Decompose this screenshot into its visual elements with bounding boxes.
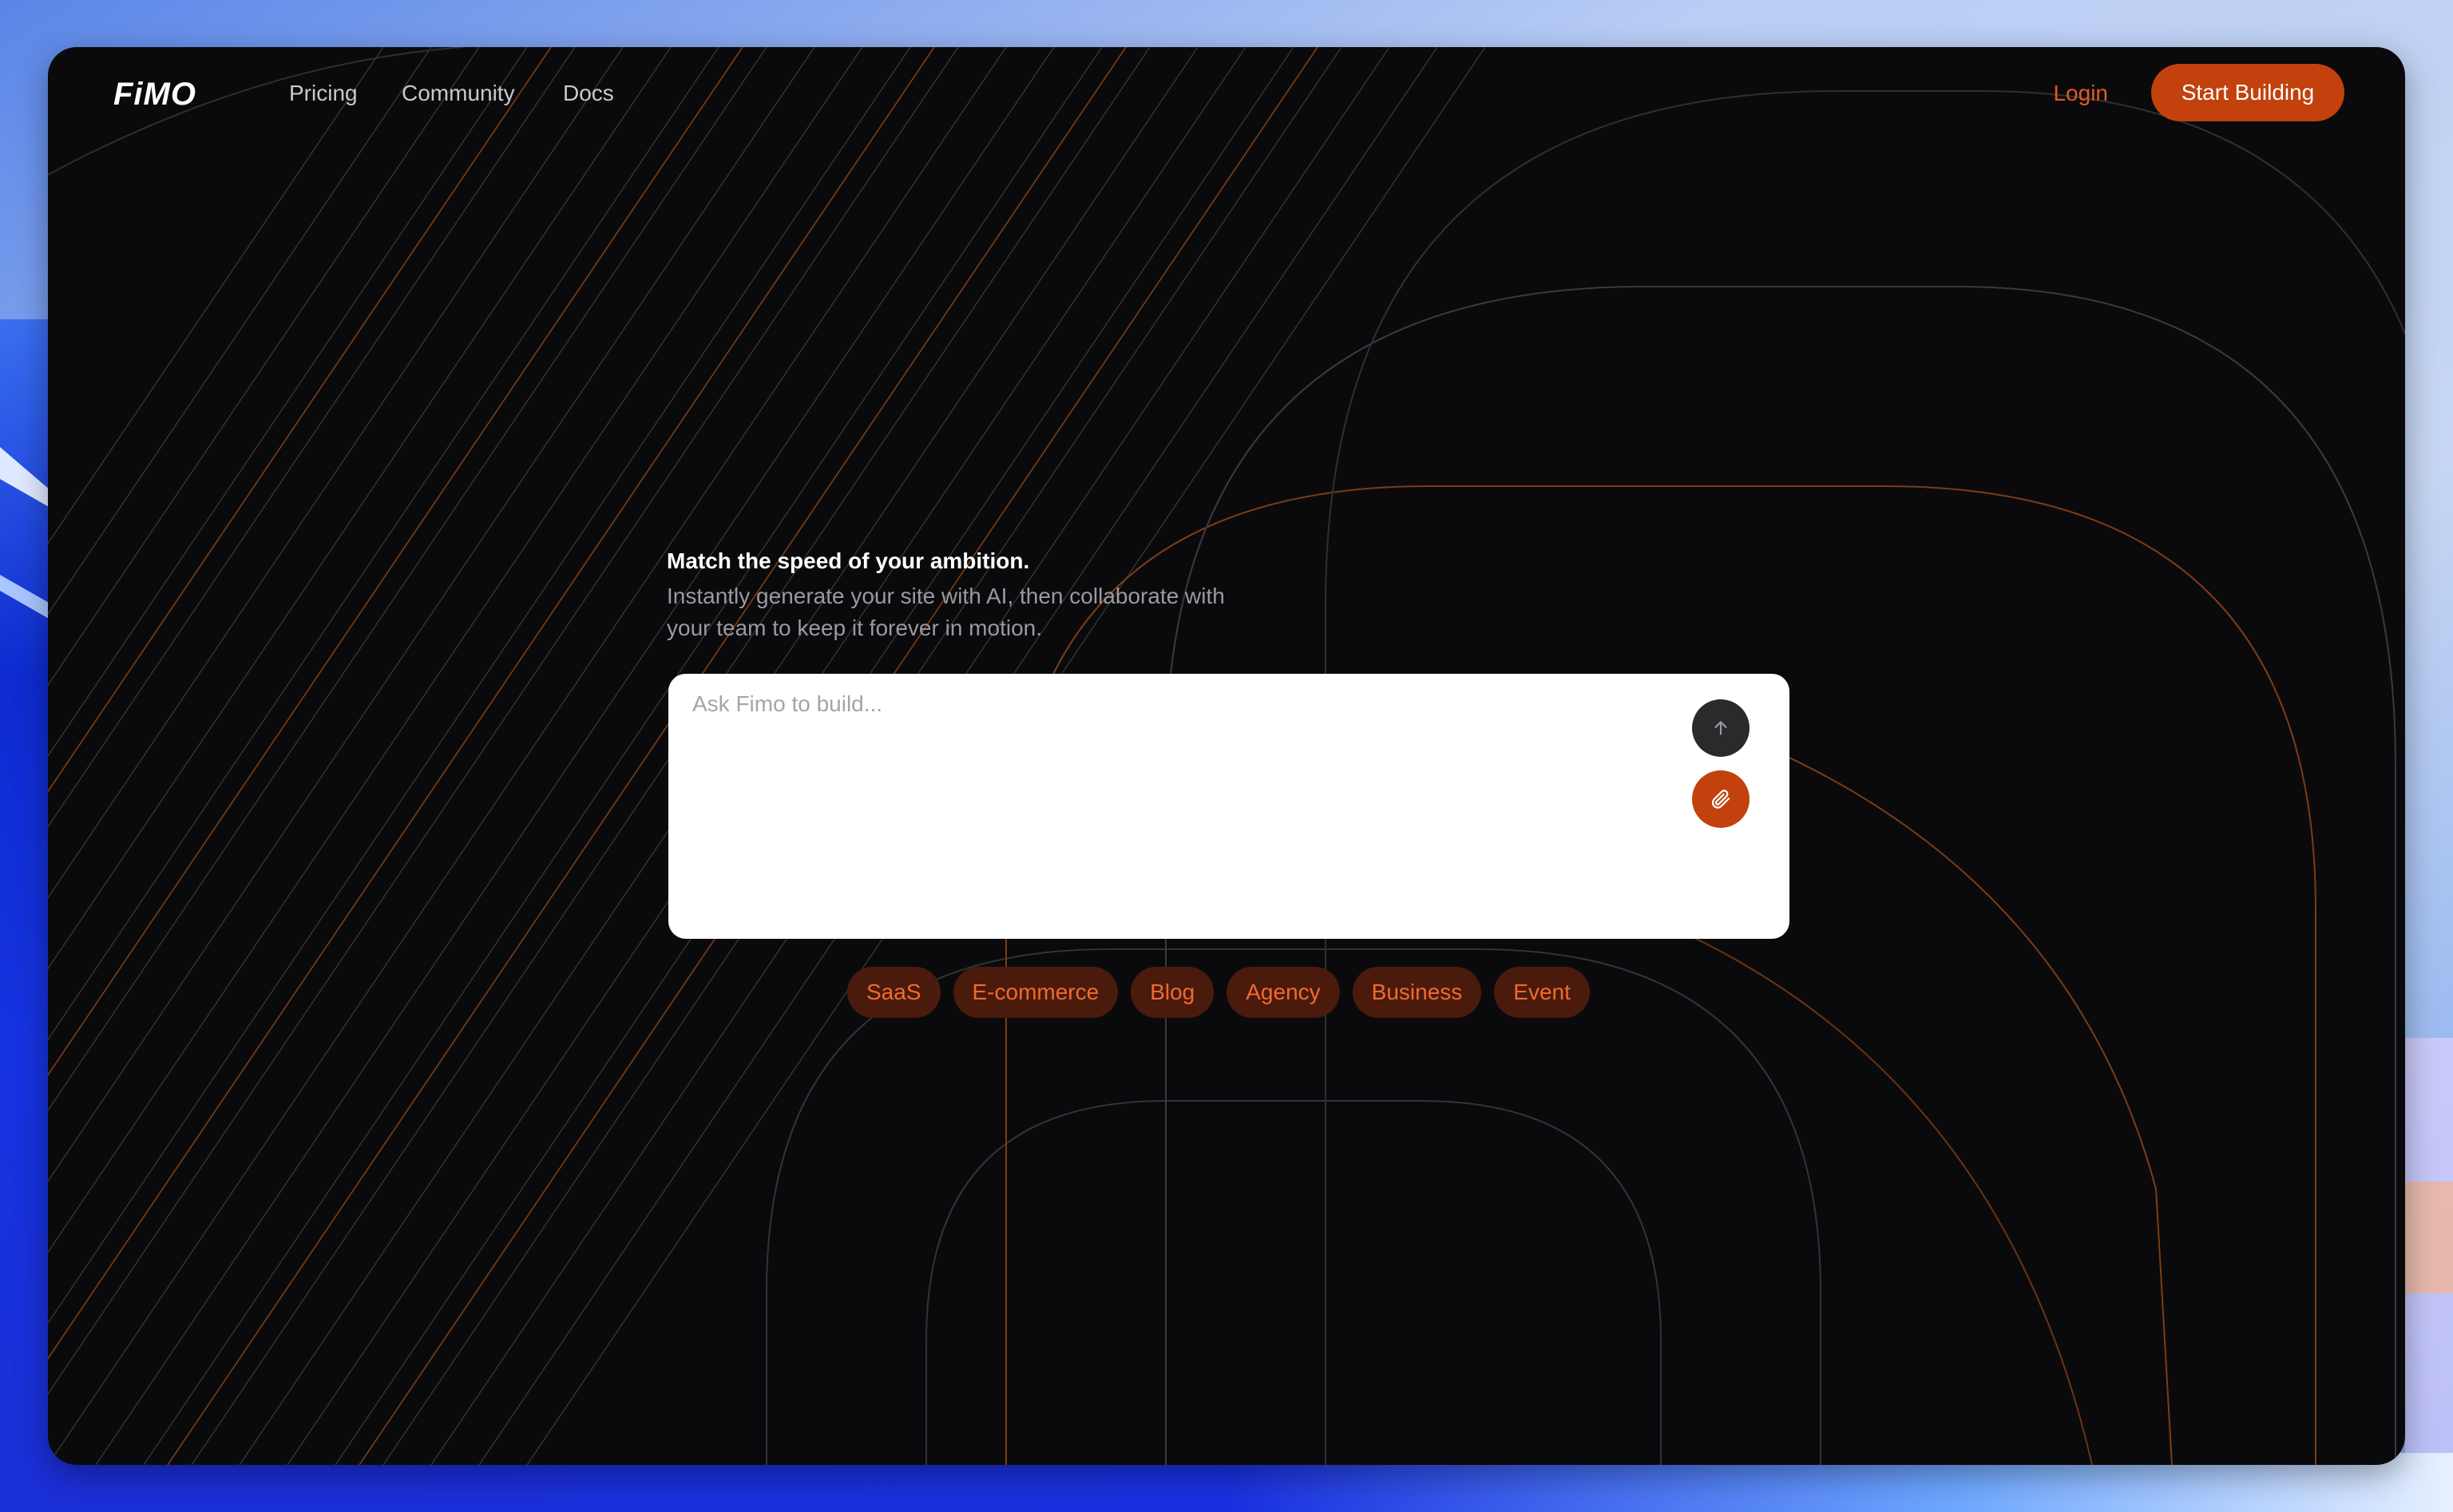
logo-text: FiMO bbox=[113, 77, 196, 112]
nav-link-community[interactable]: Community bbox=[402, 77, 515, 109]
nav-link-docs[interactable]: Docs bbox=[563, 77, 614, 109]
prompt-input[interactable] bbox=[692, 691, 1682, 915]
chip-saas[interactable]: SaaS bbox=[847, 967, 941, 1018]
login-link[interactable]: Login bbox=[2053, 77, 2108, 109]
arrow-up-icon bbox=[1714, 721, 1727, 735]
send-button[interactable] bbox=[1692, 699, 1750, 757]
chip-ecommerce[interactable]: E-commerce bbox=[953, 967, 1119, 1018]
app-window: FiMO Pricing Community Docs Login Start … bbox=[48, 47, 2405, 1465]
nav-link-pricing[interactable]: Pricing bbox=[289, 77, 358, 109]
chip-agency[interactable]: Agency bbox=[1226, 967, 1340, 1018]
category-chips: SaaS E-commerce Blog Agency Business Eve… bbox=[847, 967, 1590, 1018]
paperclip-icon bbox=[1711, 790, 1730, 809]
start-building-button[interactable]: Start Building bbox=[2151, 64, 2344, 121]
fimo-logo[interactable]: FiMO bbox=[113, 74, 241, 113]
chip-event[interactable]: Event bbox=[1494, 967, 1590, 1018]
prompt-box bbox=[668, 674, 1789, 939]
hero-subtitle: Instantly generate your site with AI, th… bbox=[667, 584, 1225, 640]
attach-button[interactable] bbox=[1692, 770, 1750, 828]
hero-title: Match the speed of your ambition. bbox=[667, 548, 1030, 573]
chip-blog[interactable]: Blog bbox=[1131, 967, 1215, 1018]
chip-business[interactable]: Business bbox=[1352, 967, 1482, 1018]
